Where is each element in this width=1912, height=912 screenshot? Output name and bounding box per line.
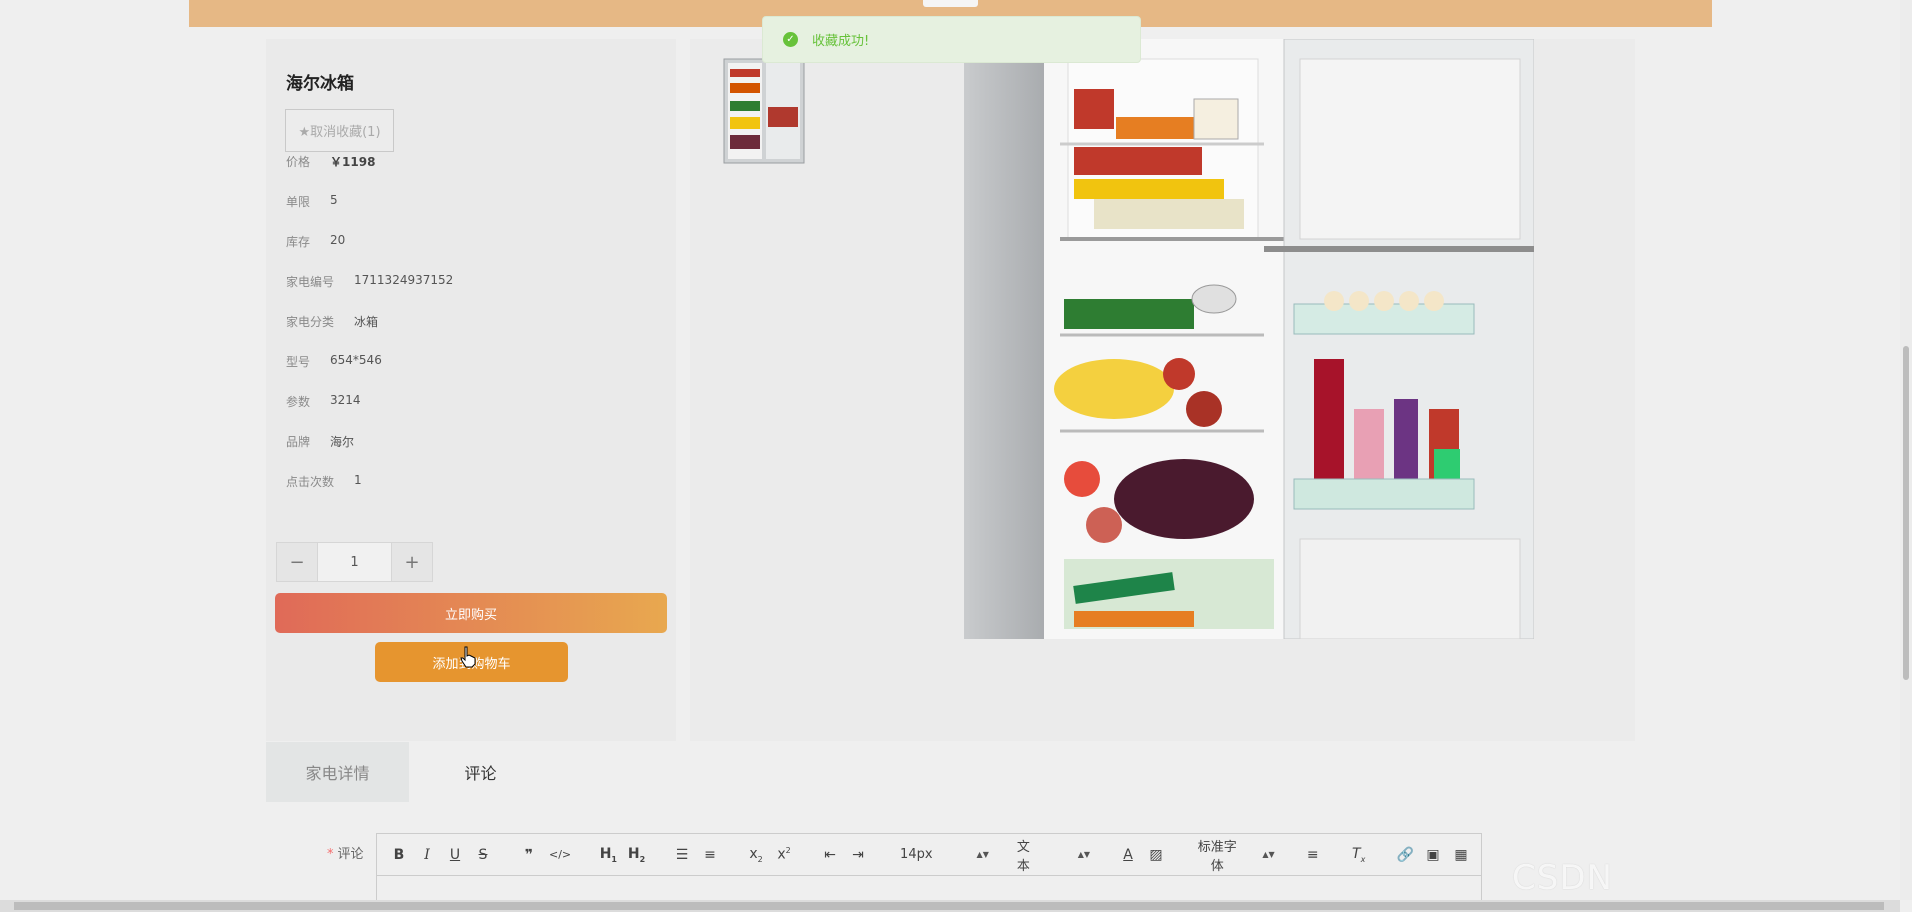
superscript-icon[interactable]: x2 — [776, 846, 792, 863]
attr-limit: 单限 5 — [286, 193, 338, 210]
attr-value: 5 — [330, 193, 338, 207]
heading1-icon[interactable]: H1 — [600, 846, 617, 864]
required-mark: * — [327, 847, 334, 862]
attr-label: 品牌 — [286, 435, 311, 449]
product-info-panel: 海尔冰箱 ★取消收藏(1) 价格 ￥1198 单限 5 库存 20 家电编号 1… — [266, 39, 676, 741]
unfavorite-button[interactable]: ★取消收藏(1) — [285, 109, 394, 152]
minus-icon[interactable]: − — [277, 543, 317, 581]
strike-icon[interactable]: S — [475, 847, 491, 863]
attr-model: 型号 654*546 — [286, 353, 382, 370]
attr-value: 海尔 — [330, 435, 355, 449]
attr-stock: 库存 20 — [286, 233, 345, 250]
hand-cursor-icon — [460, 646, 476, 668]
attr-code: 家电编号 1711324937152 — [286, 273, 453, 290]
select-arrow-icon: ▲▼ — [976, 850, 989, 859]
detail-tabs: 家电详情 评论 — [266, 742, 552, 802]
text-type-select[interactable]: 文本 ▲▼ — [1013, 836, 1090, 874]
editor-toolbar: B I U S ❞ </> H1 H2 ☰ ≡ x2 x2 ⇤ ⇥ 14px ▲▼… — [377, 834, 1481, 876]
tab-details[interactable]: 家电详情 — [266, 742, 409, 802]
font-size-value: 14px — [900, 847, 933, 862]
attr-price: 价格 ￥1198 — [286, 153, 375, 170]
attr-brand: 品牌 海尔 — [286, 433, 354, 450]
comment-label-text: 评论 — [337, 847, 364, 862]
attr-value: 654*546 — [330, 353, 382, 367]
quantity-stepper: − 1 + — [276, 542, 433, 582]
top-handle[interactable] — [923, 0, 978, 7]
attr-label: 型号 — [286, 355, 311, 369]
video-icon[interactable]: ▦ — [1453, 847, 1469, 863]
check-circle-icon: ✓ — [783, 32, 798, 47]
attr-category: 家电分类 冰箱 — [286, 313, 378, 330]
product-main-image — [964, 39, 1534, 639]
comment-field-label: * 评论 — [327, 843, 364, 862]
italic-icon[interactable]: I — [419, 847, 435, 863]
heading2-icon[interactable]: H2 — [628, 846, 645, 864]
attr-value: 冰箱 — [354, 315, 379, 329]
attr-value: 20 — [330, 233, 346, 247]
font-family-value: 标准字体 — [1197, 839, 1237, 874]
success-toast: ✓ 收藏成功! — [762, 16, 1141, 63]
horizontal-scroll-thumb[interactable] — [14, 902, 1884, 910]
bold-icon[interactable]: B — [391, 847, 407, 863]
attr-label: 参数 — [286, 395, 311, 409]
attr-value: ￥1198 — [330, 155, 376, 169]
attr-label: 家电编号 — [286, 275, 335, 289]
font-size-select[interactable]: 14px ▲▼ — [900, 847, 989, 862]
background-color-icon[interactable]: ▨ — [1148, 847, 1164, 863]
subscript-icon[interactable]: x2 — [748, 846, 764, 864]
buy-now-button[interactable]: 立即购买 — [275, 593, 667, 633]
attr-params: 参数 3214 — [286, 393, 361, 410]
font-family-select[interactable]: 标准字体 ▲▼ — [1194, 836, 1275, 874]
attr-label: 家电分类 — [286, 315, 335, 329]
horizontal-scrollbar[interactable] — [0, 900, 1900, 912]
quote-icon[interactable]: ❞ — [521, 847, 537, 863]
vertical-scroll-thumb[interactable] — [1903, 346, 1909, 680]
underline-icon[interactable]: U — [447, 847, 463, 863]
product-image-panel — [690, 39, 1635, 741]
attr-label: 库存 — [286, 235, 311, 249]
plus-icon[interactable]: + — [392, 543, 432, 581]
select-arrow-icon: ▲▼ — [1262, 850, 1275, 859]
toast-message: 收藏成功! — [812, 34, 870, 49]
indent-icon[interactable]: ⇥ — [850, 847, 866, 863]
vertical-scrollbar[interactable] — [1900, 0, 1912, 900]
text-type-value: 文本 — [1016, 839, 1030, 874]
attr-value: 1 — [354, 473, 362, 487]
bullet-list-icon[interactable]: ≡ — [702, 847, 718, 863]
clear-format-icon[interactable]: Tx — [1351, 846, 1367, 864]
outdent-icon[interactable]: ⇤ — [822, 847, 838, 863]
font-color-icon[interactable]: A — [1120, 847, 1136, 863]
image-icon[interactable]: ▣ — [1425, 847, 1441, 863]
attr-value: 1711324937152 — [354, 273, 454, 287]
product-thumbnail[interactable] — [720, 57, 810, 167]
code-icon[interactable]: </> — [549, 848, 571, 861]
product-title: 海尔冰箱 — [286, 74, 354, 94]
align-icon[interactable]: ≡ — [1305, 847, 1321, 863]
quantity-input[interactable]: 1 — [317, 543, 392, 581]
attr-value: 3214 — [330, 393, 361, 407]
select-arrow-icon: ▲▼ — [1077, 850, 1091, 859]
attr-clicks: 点击次数 1 — [286, 473, 362, 490]
link-icon[interactable]: 🔗 — [1397, 847, 1414, 863]
attr-label: 单限 — [286, 195, 311, 209]
tab-comments[interactable]: 评论 — [409, 742, 552, 802]
attr-label: 价格 — [286, 155, 311, 169]
ordered-list-icon[interactable]: ☰ — [674, 847, 690, 863]
attr-label: 点击次数 — [286, 475, 335, 489]
